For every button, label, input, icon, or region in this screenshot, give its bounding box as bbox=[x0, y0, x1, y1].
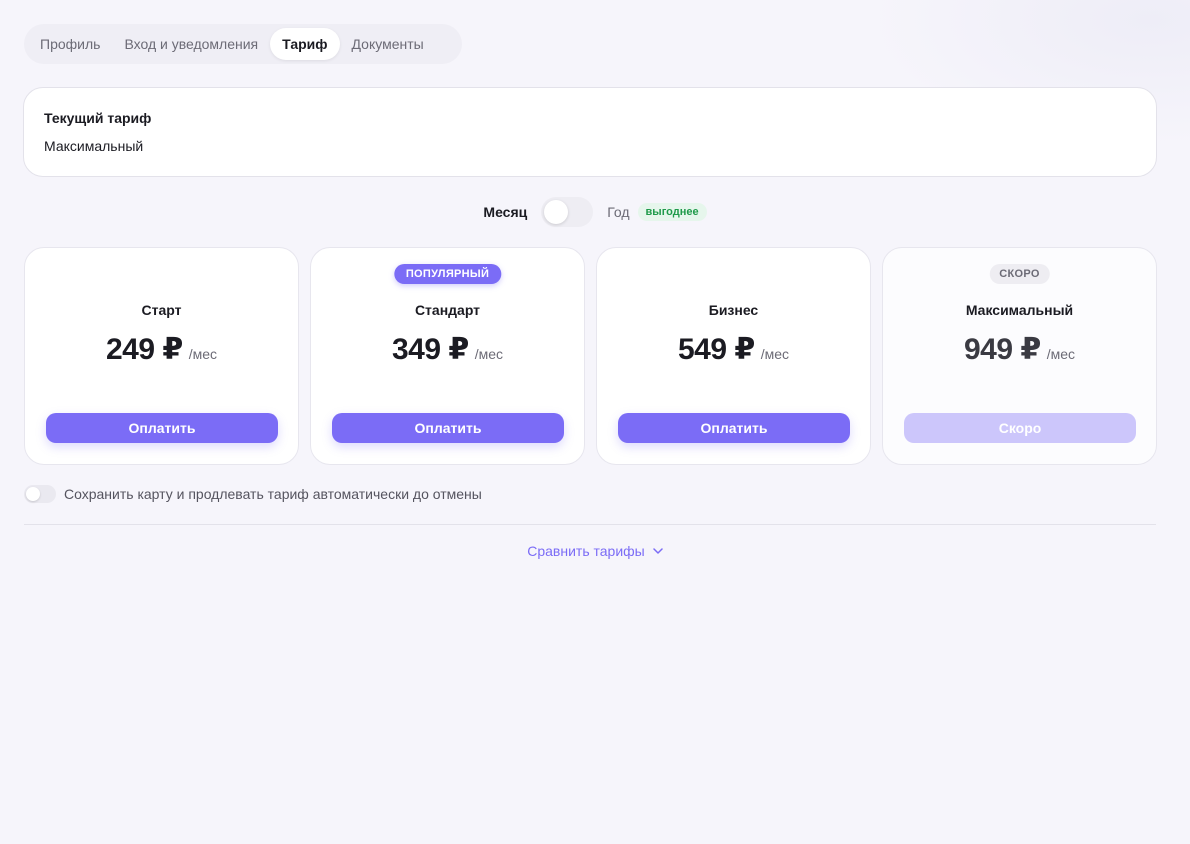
billing-period-toggle[interactable] bbox=[541, 197, 594, 227]
current-plan-label: Текущий тариф bbox=[44, 110, 152, 126]
pay-button-business[interactable]: Оплатить bbox=[618, 413, 850, 443]
autorenew-toggle[interactable] bbox=[24, 485, 56, 503]
price-amount: 249 ₽ bbox=[105, 333, 183, 366]
plan-card-standard: ПОПУЛЯРНЫЙ Стандарт 349 ₽ /мес Оплатить bbox=[310, 247, 585, 465]
pay-button-standard[interactable]: Оплатить bbox=[332, 413, 564, 443]
plan-card-start: Старт 249 ₽ /мес Оплатить bbox=[24, 247, 299, 465]
soon-badge: СКОРО bbox=[989, 264, 1050, 284]
tab-documents[interactable]: Документы bbox=[340, 28, 436, 60]
price-period: /мес bbox=[760, 346, 790, 362]
tab-profile[interactable]: Профиль bbox=[28, 28, 112, 60]
price-period: /мес bbox=[188, 346, 218, 362]
toggle-knob bbox=[26, 487, 40, 501]
toggle-knob bbox=[544, 200, 569, 224]
plan-price: 549 ₽ /мес bbox=[597, 332, 870, 367]
chevron-down-icon bbox=[653, 548, 663, 554]
current-plan-value: Максимальный bbox=[44, 138, 144, 154]
plan-card-maximum: СКОРО Максимальный 949 ₽ /мес Скоро bbox=[882, 247, 1157, 465]
billing-period-selector: Месяц Год выгоднее bbox=[0, 196, 1190, 228]
tab-login-notifications[interactable]: Вход и уведомления bbox=[112, 28, 270, 60]
autorenew-row: Сохранить карту и продлевать тариф автом… bbox=[24, 484, 482, 504]
popular-badge: ПОПУЛЯРНЫЙ bbox=[393, 264, 502, 284]
plan-price: 249 ₽ /мес bbox=[25, 332, 298, 367]
plan-price: 949 ₽ /мес bbox=[883, 332, 1156, 367]
settings-tabs: Профиль Вход и уведомления Тариф Докумен… bbox=[24, 24, 462, 64]
compare-plans-link[interactable]: Сравнить тарифы bbox=[0, 541, 1190, 561]
plan-price: 349 ₽ /мес bbox=[311, 332, 584, 367]
year-savings-badge: выгоднее bbox=[637, 203, 707, 221]
current-plan-card: Текущий тариф Максимальный bbox=[23, 87, 1157, 177]
period-year-label[interactable]: Год bbox=[607, 204, 629, 220]
plan-name: Максимальный bbox=[965, 302, 1074, 318]
plan-name: Бизнес bbox=[708, 302, 759, 318]
price-amount: 549 ₽ bbox=[677, 333, 755, 366]
pay-button-start[interactable]: Оплатить bbox=[46, 413, 278, 443]
price-period: /мес bbox=[474, 346, 504, 362]
plan-name: Стандарт bbox=[414, 302, 481, 318]
plan-card-business: Бизнес 549 ₽ /мес Оплатить bbox=[596, 247, 871, 465]
soon-button-maximum: Скоро bbox=[904, 413, 1136, 443]
period-month-label[interactable]: Месяц bbox=[483, 204, 527, 220]
price-period: /мес bbox=[1046, 346, 1076, 362]
compare-plans-label: Сравнить тарифы bbox=[527, 543, 645, 559]
price-amount: 349 ₽ bbox=[391, 333, 469, 366]
tab-tariff[interactable]: Тариф bbox=[270, 28, 340, 60]
price-amount: 949 ₽ bbox=[963, 333, 1041, 366]
plan-cards: Старт 249 ₽ /мес Оплатить ПОПУЛЯРНЫЙ Ста… bbox=[24, 247, 1157, 465]
plan-name: Старт bbox=[141, 302, 182, 318]
autorenew-label[interactable]: Сохранить карту и продлевать тариф автом… bbox=[64, 486, 482, 502]
divider bbox=[24, 524, 1156, 525]
